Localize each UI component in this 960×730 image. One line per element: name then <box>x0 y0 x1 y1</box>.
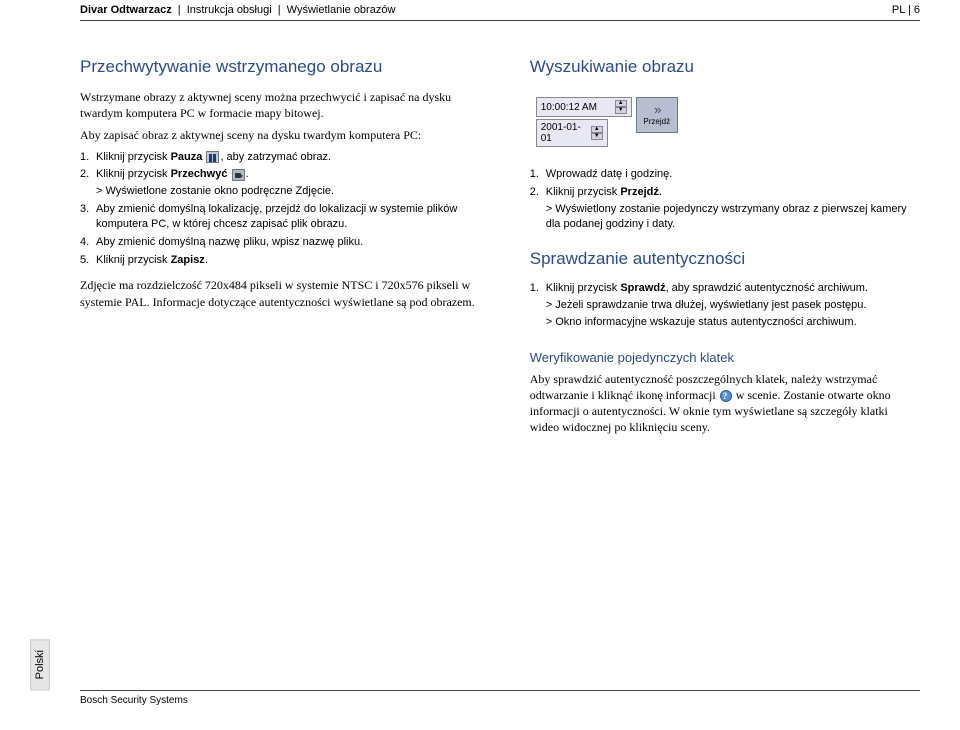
step-text: Aby zmienić domyślną nazwę pliku, wpisz … <box>96 235 490 250</box>
chevron-up-icon[interactable]: ▲ <box>591 126 603 133</box>
step-item: 3. Aby zmienić domyślną lokalizację, prz… <box>80 202 490 232</box>
breadcrumb: Divar Odtwarzacz | Instrukcja obsługi | … <box>80 4 395 16</box>
header-sep: | <box>275 4 284 16</box>
step-item: 4. Aby zmienić domyślną nazwę pliku, wpi… <box>80 235 490 250</box>
step-item: 1. Kliknij przycisk Sprawdź, aby sprawdz… <box>530 281 920 330</box>
step-number: 2. <box>80 167 96 199</box>
chevron-down-icon[interactable]: ▼ <box>591 133 603 140</box>
search-steps: 1. Wprowadź datę i godzinę. 2. Kliknij p… <box>530 167 920 231</box>
auth-steps: 1. Kliknij przycisk Sprawdź, aby sprawdz… <box>530 281 920 330</box>
language-label: Polski <box>34 650 46 679</box>
chevron-down-icon[interactable]: ▼ <box>615 107 627 114</box>
auth-title: Sprawdzanie autentyczności <box>530 249 920 269</box>
time-value: 10:00:12 AM <box>541 102 597 113</box>
datetime-widget: 10:00:12 AM ▲ ▼ 2001-01-01 <box>536 97 678 149</box>
step-text: Kliknij przycisk Zapisz. <box>96 253 490 268</box>
capture-intro2: Aby zapisać obraz z aktywnej sceny na dy… <box>80 127 490 143</box>
step-item: 5. Kliknij przycisk Zapisz. <box>80 253 490 268</box>
chevron-up-icon[interactable]: ▲ <box>615 100 627 107</box>
step-item: 1. Wprowadź datę i godzinę. <box>530 167 920 182</box>
info-icon <box>720 390 732 402</box>
go-button[interactable]: » Przejdź <box>636 97 678 133</box>
date-value: 2001-01-01 <box>541 122 591 144</box>
time-input[interactable]: 10:00:12 AM ▲ ▼ <box>536 97 632 117</box>
camera-icon <box>232 169 245 181</box>
capture-note: Zdjęcie ma rozdzielczość 720x484 pikseli… <box>80 277 490 309</box>
verify-title: Weryfikowanie pojedynczych klatek <box>530 350 920 365</box>
step-item: 1. Kliknij przycisk Pauza , aby zatrzyma… <box>80 150 490 165</box>
step-text: Kliknij przycisk Przechwyć . > Wyświetlo… <box>96 167 490 199</box>
step-number: 3. <box>80 202 96 232</box>
step-number: 5. <box>80 253 96 268</box>
page-number: PL | 6 <box>892 4 920 16</box>
fast-forward-icon: » <box>654 105 659 115</box>
date-spinner[interactable]: ▲ ▼ <box>591 126 603 140</box>
step-number: 1. <box>80 150 96 165</box>
header-sep: | <box>175 4 184 16</box>
footer-company: Bosch Security Systems <box>80 695 188 706</box>
step-sub: > Wyświetlone zostanie okno podręczne Zd… <box>96 184 490 199</box>
step-sub: > Wyświetlony zostanie pojedynczy wstrzy… <box>546 202 920 232</box>
step-text: Kliknij przycisk Pauza , aby zatrzymać o… <box>96 150 490 165</box>
pause-icon <box>206 151 219 163</box>
capture-title: Przechwytywanie wstrzymanego obrazu <box>80 57 490 77</box>
go-button-label: Przejdź <box>643 117 670 126</box>
step-text: Kliknij przycisk Sprawdź, aby sprawdzić … <box>546 281 920 330</box>
capture-steps: 1. Kliknij przycisk Pauza , aby zatrzyma… <box>80 150 490 268</box>
time-spinner[interactable]: ▲ ▼ <box>615 100 627 114</box>
language-tab: Polski <box>30 639 50 690</box>
step-item: 2. Kliknij przycisk Przechwyć . > Wyświe… <box>80 167 490 199</box>
step-number: 1. <box>530 167 546 182</box>
step-text: Aby zmienić domyślną lokalizację, przejd… <box>96 202 490 232</box>
search-title: Wyszukiwanie obrazu <box>530 57 920 77</box>
header-doc: Instrukcja obsługi <box>187 4 272 16</box>
step-item: 2. Kliknij przycisk Przejdź. > Wyświetlo… <box>530 185 920 232</box>
step-text: Wprowadź datę i godzinę. <box>546 167 920 182</box>
step-sub: > Jeżeli sprawdzanie trwa dłużej, wyświe… <box>546 298 920 313</box>
page-header: Divar Odtwarzacz | Instrukcja obsługi | … <box>80 0 920 21</box>
step-sub: > Okno informacyjne wskazuje status aute… <box>546 315 920 330</box>
page-footer: Bosch Security Systems <box>80 690 920 706</box>
step-text: Kliknij przycisk Przejdź. > Wyświetlony … <box>546 185 920 232</box>
header-product: Divar Odtwarzacz <box>80 4 172 16</box>
verify-text: Aby sprawdzić autentyczność poszczególny… <box>530 371 920 436</box>
date-input[interactable]: 2001-01-01 ▲ ▼ <box>536 119 608 147</box>
step-number: 4. <box>80 235 96 250</box>
header-section: Wyświetlanie obrazów <box>287 4 396 16</box>
step-number: 1. <box>530 281 546 330</box>
capture-intro: Wstrzymane obrazy z aktywnej sceny można… <box>80 89 490 121</box>
step-number: 2. <box>530 185 546 232</box>
